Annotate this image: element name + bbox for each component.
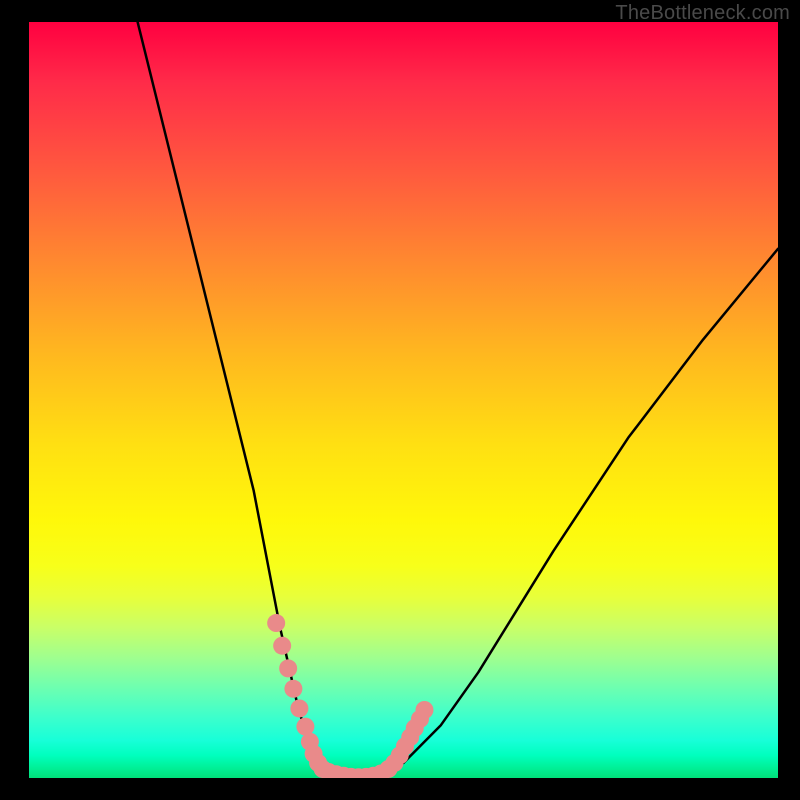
plot-area [29,22,778,778]
highlight-dots-left-dot [279,659,297,677]
highlight-dots-left-dot [284,680,302,698]
curve-layer [29,22,778,778]
highlight-dots-left-dot [296,718,314,736]
highlight-dots-left-dot [267,614,285,632]
highlight-dots-left-dot [273,637,291,655]
highlight-dots-left-dot [290,699,308,717]
watermark-text: TheBottleneck.com [615,2,790,25]
chart-frame: TheBottleneck.com [0,0,800,800]
bottleneck-curve [138,22,778,778]
highlight-dots-right-dot [415,701,433,719]
